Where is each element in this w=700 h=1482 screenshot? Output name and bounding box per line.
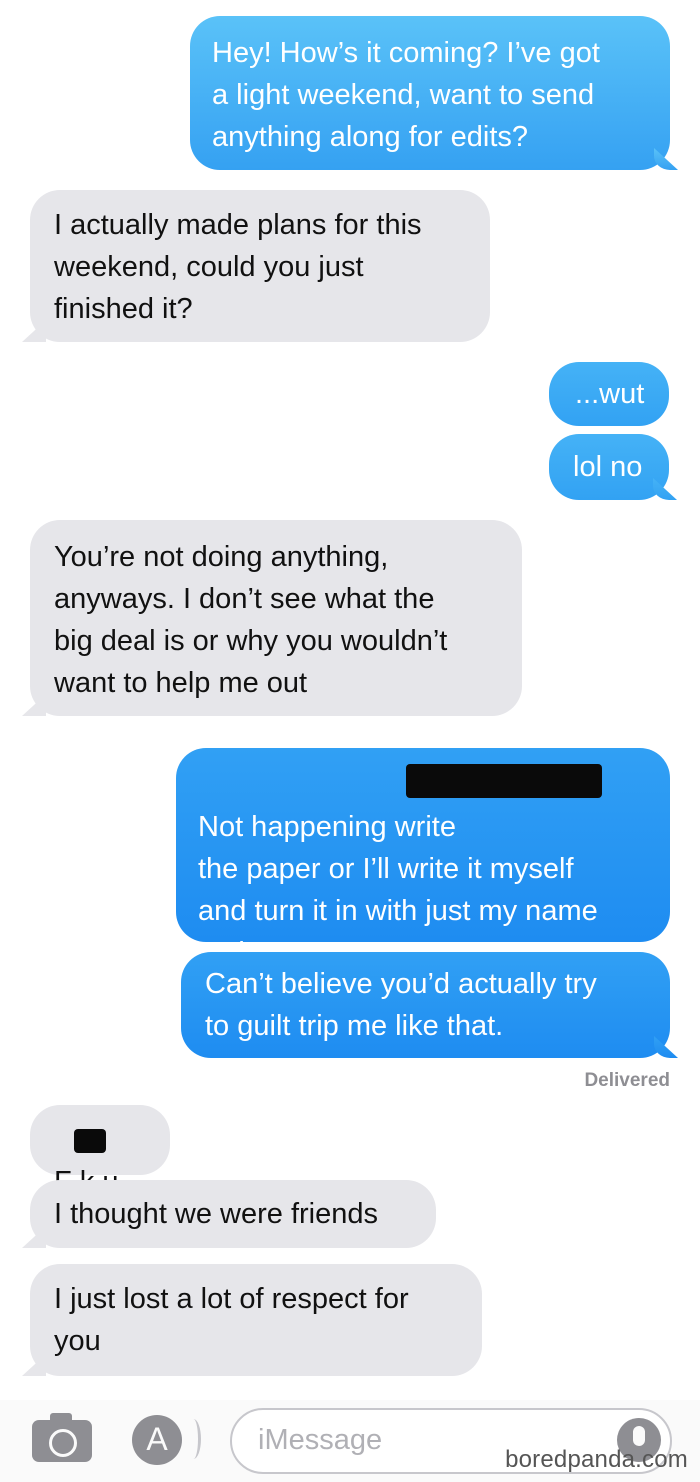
received-message[interactable]: I actually made plans for this weekend, … — [30, 190, 490, 342]
received-message[interactable]: F k u — [30, 1105, 170, 1198]
delivered-status: Delivered — [584, 1070, 670, 1091]
app-store-icon[interactable]: A — [132, 1415, 201, 1465]
received-message[interactable]: I thought we were friends — [30, 1180, 436, 1248]
sent-message[interactable]: lol no — [549, 434, 669, 500]
received-message[interactable]: You’re not doing anything, anyways. I do… — [30, 520, 522, 716]
message-thread: Hey! How’s it coming? I’ve got a light w… — [0, 0, 700, 1400]
watermark: boredpanda.com — [505, 1446, 688, 1473]
sent-message[interactable]: Not happening write the paper or I’ll wr… — [176, 748, 670, 969]
camera-icon[interactable] — [32, 1413, 92, 1462]
sent-message[interactable]: Can’t believe you’d actually try to guil… — [181, 952, 670, 1058]
sent-message[interactable]: ...wut — [549, 362, 669, 426]
received-message[interactable]: I just lost a lot of respect for you — [30, 1264, 482, 1376]
redaction-bar — [406, 764, 602, 798]
message-text: Not happening write the paper or I’ll wr… — [198, 811, 598, 969]
mic-capsule — [633, 1426, 645, 1446]
camera-lens — [49, 1429, 77, 1457]
redaction-bar — [74, 1129, 106, 1153]
sent-message[interactable]: Hey! How’s it coming? I’ve got a light w… — [190, 16, 670, 170]
input-placeholder: iMessage — [258, 1424, 383, 1456]
